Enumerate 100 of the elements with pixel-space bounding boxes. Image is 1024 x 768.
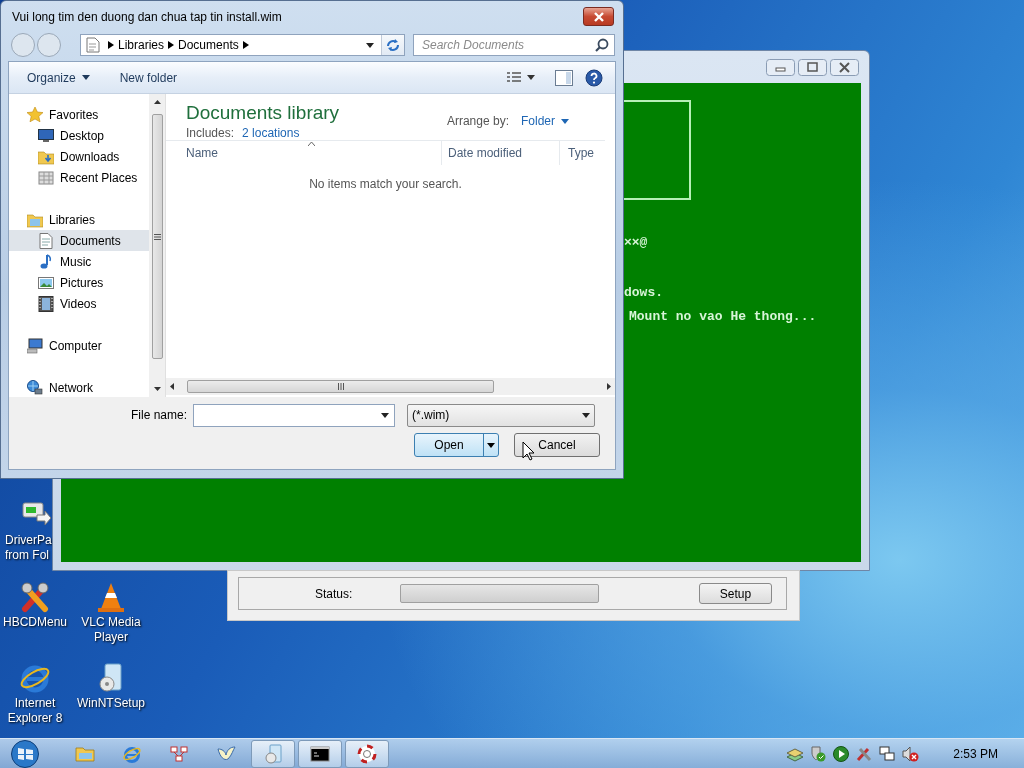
shield-check-icon[interactable] <box>809 745 828 763</box>
browser-icon[interactable] <box>122 744 142 764</box>
search-field[interactable]: Search Documents <box>413 34 615 56</box>
document-icon <box>38 232 54 249</box>
grip-icon <box>337 383 344 390</box>
field-label: File name: <box>129 408 188 422</box>
cursor-icon <box>522 441 535 461</box>
chevron-right-icon <box>242 41 249 49</box>
clock[interactable]: 2:53 PM <box>953 747 998 761</box>
file-name-field[interactable] <box>193 403 395 427</box>
caret-down-icon <box>527 75 535 80</box>
taskbar-button[interactable] <box>345 740 389 768</box>
scrollbar-thumb[interactable] <box>187 380 494 393</box>
console-text: ××@ <box>624 235 648 250</box>
nav-item[interactable]: Desktop <box>9 125 149 146</box>
network-grid-icon[interactable] <box>169 744 189 764</box>
nav-item[interactable]: Libraries <box>9 209 149 230</box>
network-icon <box>27 379 43 396</box>
scroll-down-icon[interactable] <box>153 387 161 391</box>
console-text: Mount no vao He thong... <box>629 309 817 324</box>
arrange-dropdown[interactable]: Folder <box>521 114 569 128</box>
play-icon[interactable] <box>832 745 851 763</box>
breadcrumb-item[interactable]: Libraries <box>114 38 169 52</box>
help-icon[interactable] <box>585 68 603 87</box>
star-icon <box>27 106 43 123</box>
computer-icon <box>27 337 43 354</box>
column-header[interactable]: Type <box>559 141 594 165</box>
folder-icon <box>38 148 54 165</box>
nav-item[interactable]: Videos <box>9 293 149 314</box>
library-title: Documents library <box>186 102 340 124</box>
nav-item[interactable]: Network <box>9 377 149 397</box>
organize-button[interactable]: Organize <box>21 67 96 88</box>
nav-item[interactable]: Downloads <box>9 146 149 167</box>
dropdown-arrow-icon <box>381 412 389 418</box>
status-label: Status: <box>315 586 354 601</box>
icon-label[interactable]: HBCDMenu <box>3 615 67 630</box>
caret-down-icon <box>81 75 90 80</box>
monitor-icon <box>38 127 54 144</box>
empty-message: No items match your search. <box>308 177 463 191</box>
icon-label[interactable]: WinNTSetup <box>77 696 145 711</box>
grid-folder-icon <box>38 169 54 186</box>
scrollbar[interactable] <box>149 94 166 397</box>
arrange-label: Arrange by: <box>446 114 509 128</box>
search-icon <box>595 38 609 52</box>
minimize-button[interactable] <box>766 58 795 76</box>
nav-item[interactable]: Recent Places <box>9 167 149 188</box>
maximize-button[interactable] <box>798 58 827 76</box>
open-button[interactable]: Open <box>414 433 499 457</box>
document-icon <box>86 37 100 53</box>
library-folder-icon <box>27 211 43 228</box>
caret-down-icon <box>487 442 495 448</box>
caret-down-icon <box>561 118 569 124</box>
scroll-right-icon[interactable] <box>607 383 611 390</box>
column-header[interactable]: Date modified <box>441 141 559 165</box>
preview-pane-icon[interactable] <box>555 69 573 86</box>
scrollbar-thumb[interactable] <box>151 114 163 359</box>
film-icon <box>38 295 54 312</box>
grip-icon <box>153 233 161 240</box>
new-folder-button[interactable]: New folder <box>113 67 184 88</box>
dropdown-arrow-icon <box>582 412 590 418</box>
cancel-button[interactable]: Cancel <box>514 433 600 457</box>
includes-label: Includes: <box>186 126 235 140</box>
close-button[interactable] <box>830 58 859 76</box>
close-button[interactable] <box>583 7 614 26</box>
sort-caret-icon <box>307 142 315 146</box>
nav-item[interactable]: Computer <box>9 335 149 356</box>
scroll-up-icon[interactable] <box>153 100 161 104</box>
music-note-icon <box>38 253 54 270</box>
scrollbar[interactable] <box>166 378 615 395</box>
window-title: Vui long tim den duong dan chua tap tin install.wim <box>11 9 282 24</box>
scroll-left-icon[interactable] <box>170 383 174 390</box>
icon-label[interactable]: VLC Media Player <box>81 615 141 645</box>
chevron-right-icon <box>108 41 114 49</box>
nav-item[interactable]: Favorites <box>9 104 149 125</box>
file-type-dropdown[interactable]: (*.wim) <box>407 403 595 427</box>
dropdown-arrow-icon <box>366 42 374 48</box>
picture-icon <box>38 274 54 291</box>
setup-disc-icon <box>263 744 283 764</box>
tools-icon[interactable] <box>19 581 51 613</box>
close-icon <box>592 11 605 22</box>
column-header[interactable]: Name <box>186 141 441 165</box>
setup-button[interactable]: Setup <box>699 583 772 604</box>
list-view-icon <box>507 71 521 84</box>
address-bar[interactable]: Libraries Documents <box>80 34 405 56</box>
speaker-muted-icon[interactable] <box>901 745 920 763</box>
chevron-right-icon <box>168 41 175 49</box>
network-monitor-icon[interactable] <box>878 745 897 763</box>
nav-item[interactable]: Documents <box>9 230 149 251</box>
nav-item[interactable]: Pictures <box>9 272 149 293</box>
lifebuoy-icon <box>357 744 377 764</box>
icon-label[interactable]: DriverPa from Fol <box>5 533 52 563</box>
terminal-icon <box>310 744 330 764</box>
nav-item[interactable]: Music <box>9 251 149 272</box>
icon-label[interactable]: Internet Explorer 8 <box>7 696 63 726</box>
traffic-cone-icon[interactable] <box>95 581 127 613</box>
breadcrumb-item[interactable]: Documents <box>174 38 243 52</box>
locations-link[interactable]: 2 locations <box>242 126 300 140</box>
refresh-icon[interactable] <box>385 38 401 52</box>
console-text: dows. <box>624 285 663 300</box>
taskbar-button[interactable] <box>298 740 342 768</box>
